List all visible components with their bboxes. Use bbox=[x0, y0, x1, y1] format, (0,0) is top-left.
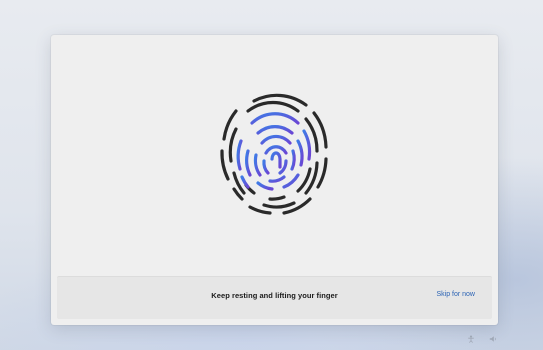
fingerprint-area bbox=[51, 35, 498, 275]
desktop-background: Keep resting and lifting your finger Ski… bbox=[0, 0, 543, 350]
accessibility-icon[interactable] bbox=[467, 335, 475, 343]
system-tray bbox=[467, 335, 497, 343]
instruction-text: Keep resting and lifting your finger bbox=[211, 291, 338, 300]
skip-for-now-link[interactable]: Skip for now bbox=[436, 291, 475, 298]
fingerprint-icon bbox=[220, 93, 328, 215]
fingerprint-setup-dialog: Keep resting and lifting your finger Ski… bbox=[51, 35, 498, 325]
dialog-footer: Keep resting and lifting your finger Ski… bbox=[57, 276, 492, 319]
volume-icon[interactable] bbox=[489, 335, 497, 343]
